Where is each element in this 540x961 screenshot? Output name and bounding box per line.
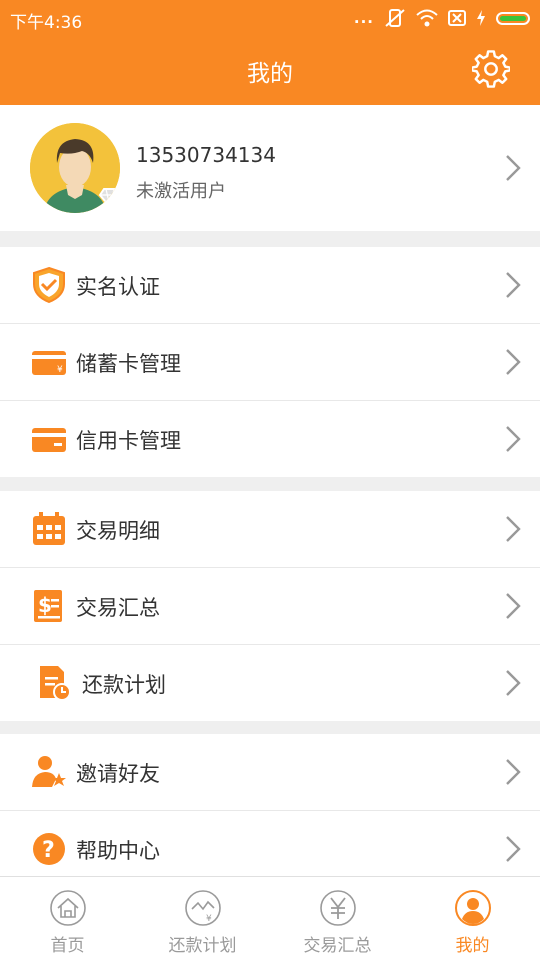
menu-item-transaction-summary[interactable]: $ 交易汇总 bbox=[0, 568, 540, 645]
user-status: 未激活用户 bbox=[136, 181, 226, 202]
yen-circle-icon bbox=[319, 890, 356, 926]
chevron-right-icon bbox=[506, 670, 521, 696]
menu-item-label: 信用卡管理 bbox=[76, 429, 181, 453]
menu-item-invite-friends[interactable]: 邀请好友 bbox=[0, 734, 540, 811]
avatar[interactable] bbox=[30, 123, 120, 213]
chevron-right-icon bbox=[506, 426, 521, 452]
user-circle-icon bbox=[454, 890, 491, 926]
chevron-right-icon bbox=[506, 836, 521, 862]
menu-item-label: 储蓄卡管理 bbox=[76, 352, 181, 376]
chevron-right-icon bbox=[506, 349, 521, 375]
invite-user-icon bbox=[32, 756, 66, 787]
profile-card[interactable]: 13530734134 未激活用户 bbox=[0, 105, 540, 231]
svg-text:¥: ¥ bbox=[57, 365, 63, 375]
repayment-plan-icon bbox=[40, 666, 71, 701]
menu-item-label: 还款计划 bbox=[82, 673, 166, 697]
menu-group-identity: 实名认证 ¥ 储蓄卡管理 信用卡管理 bbox=[0, 247, 540, 477]
repayment-chart-icon: ¥ bbox=[184, 890, 221, 926]
menu-item-transaction-details[interactable]: 交易明细 bbox=[0, 491, 540, 568]
vibrate-off-icon bbox=[385, 9, 405, 27]
chevron-right-icon bbox=[506, 516, 521, 542]
menu-item-label: 邀请好友 bbox=[76, 762, 160, 786]
chevron-right-icon bbox=[506, 155, 521, 181]
more-dots-icon: ... bbox=[353, 9, 374, 27]
user-phone: 13530734134 bbox=[136, 143, 276, 167]
tab-label: 首页 bbox=[50, 936, 85, 956]
calendar-icon bbox=[33, 512, 65, 545]
menu-item-credit-card[interactable]: 信用卡管理 bbox=[0, 401, 540, 477]
menu-group-transactions: 交易明细 $ 交易汇总 还款计划 bbox=[0, 491, 540, 721]
top-bar: 我的 bbox=[0, 38, 540, 105]
credit-card-icon bbox=[32, 428, 66, 452]
menu-item-label: 交易明细 bbox=[76, 519, 160, 543]
tab-mine[interactable]: 我的 bbox=[405, 877, 540, 961]
menu-item-label: 实名认证 bbox=[76, 275, 160, 299]
page-title: 我的 bbox=[247, 61, 293, 87]
tab-transaction-summary[interactable]: 交易汇总 bbox=[270, 877, 405, 961]
svg-text:¥: ¥ bbox=[206, 914, 212, 924]
chevron-right-icon bbox=[506, 759, 521, 785]
tab-repayment-plan[interactable]: ¥ 还款计划 bbox=[135, 877, 270, 961]
tab-label: 我的 bbox=[455, 936, 490, 956]
charging-icon bbox=[477, 10, 485, 26]
status-bar: 下午4:36 ... bbox=[0, 0, 540, 38]
shield-check-icon bbox=[33, 266, 65, 304]
menu-item-label: 帮助中心 bbox=[76, 839, 160, 863]
menu-group-support: 邀请好友 ? 帮助中心 bbox=[0, 734, 540, 887]
status-icons: ... bbox=[354, 7, 530, 29]
sim-off-icon bbox=[448, 10, 466, 26]
status-time: 下午4:36 bbox=[10, 13, 83, 33]
bottom-tab-bar: 首页 ¥ 还款计划 交易汇总 我的 bbox=[0, 876, 540, 961]
menu-item-label: 交易汇总 bbox=[76, 596, 160, 620]
chevron-right-icon bbox=[506, 272, 521, 298]
help-icon: ? bbox=[33, 833, 65, 865]
home-icon bbox=[49, 890, 86, 926]
svg-text:$: $ bbox=[38, 593, 52, 617]
chevron-right-icon bbox=[506, 593, 521, 619]
tab-label: 交易汇总 bbox=[303, 936, 372, 956]
battery-icon bbox=[496, 11, 530, 25]
wifi-icon bbox=[416, 9, 438, 27]
gear-icon[interactable] bbox=[472, 50, 510, 88]
menu-item-debit-card[interactable]: ¥ 储蓄卡管理 bbox=[0, 324, 540, 401]
tab-label: 还款计划 bbox=[168, 936, 237, 956]
avatar-person-icon bbox=[30, 123, 120, 213]
menu-item-repayment-plan[interactable]: 还款计划 bbox=[0, 645, 540, 721]
svg-text:?: ? bbox=[42, 838, 55, 863]
debit-card-icon: ¥ bbox=[32, 351, 66, 375]
summary-dollar-icon: $ bbox=[34, 590, 62, 622]
tab-home[interactable]: 首页 bbox=[0, 877, 135, 961]
menu-item-real-name[interactable]: 实名认证 bbox=[0, 247, 540, 324]
